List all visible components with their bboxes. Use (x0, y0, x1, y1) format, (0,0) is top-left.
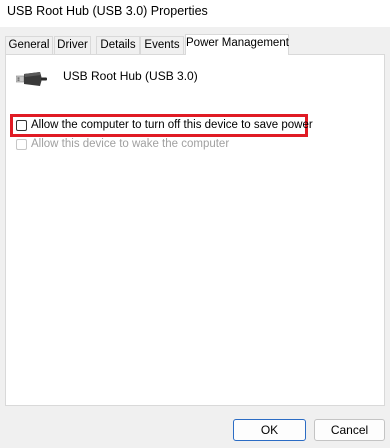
tab-power-management[interactable]: Power Management (185, 34, 289, 55)
tab-events[interactable]: Events (140, 36, 184, 54)
device-name: USB Root Hub (USB 3.0) (63, 69, 198, 83)
title-bar: USB Root Hub (USB 3.0) Properties (0, 0, 390, 27)
usb-plug-icon (16, 72, 47, 86)
allow-wake-label: Allow this device to wake the computer (31, 138, 230, 150)
cancel-button[interactable]: Cancel (314, 419, 385, 441)
allow-turn-off-checkbox[interactable] (16, 119, 27, 131)
allow-turn-off-option[interactable]: Allow the computer to turn off this devi… (16, 117, 313, 133)
tab-driver[interactable]: Driver (54, 36, 91, 54)
tab-general[interactable]: General (5, 36, 53, 54)
tab-details[interactable]: Details (96, 36, 140, 54)
allow-wake-checkbox (16, 138, 27, 150)
tab-strip: General Driver Details Events Power Mana… (5, 34, 385, 55)
allow-turn-off-label: Allow the computer to turn off this devi… (31, 119, 313, 131)
allow-wake-option: Allow this device to wake the computer (16, 136, 229, 152)
ok-button[interactable]: OK (233, 419, 306, 441)
tab-panel (5, 54, 385, 406)
window-title: USB Root Hub (USB 3.0) Properties (7, 4, 208, 18)
